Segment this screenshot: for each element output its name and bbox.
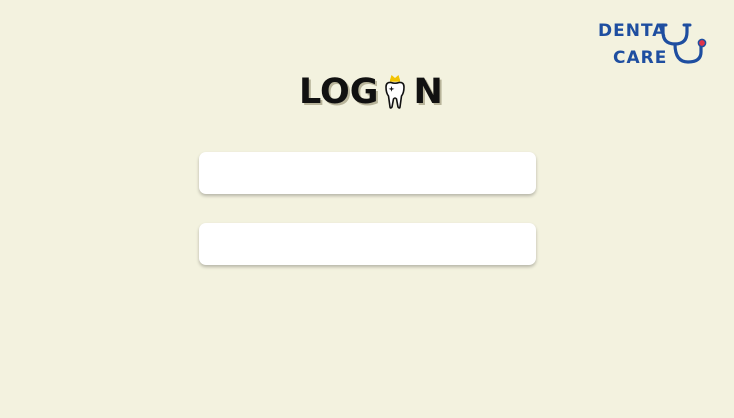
login-field-1[interactable] [199, 152, 536, 194]
brand-logo: DENTA CARE [597, 20, 715, 70]
page-title: LOG N [299, 70, 443, 114]
stethoscope-icon [660, 23, 707, 64]
page-title-suffix: N [413, 72, 443, 112]
tooth-icon [384, 75, 405, 109]
login-field-2[interactable] [199, 223, 536, 265]
brand-name-line-1: DENTA [598, 21, 667, 41]
page-title-prefix: LOG [299, 72, 379, 112]
